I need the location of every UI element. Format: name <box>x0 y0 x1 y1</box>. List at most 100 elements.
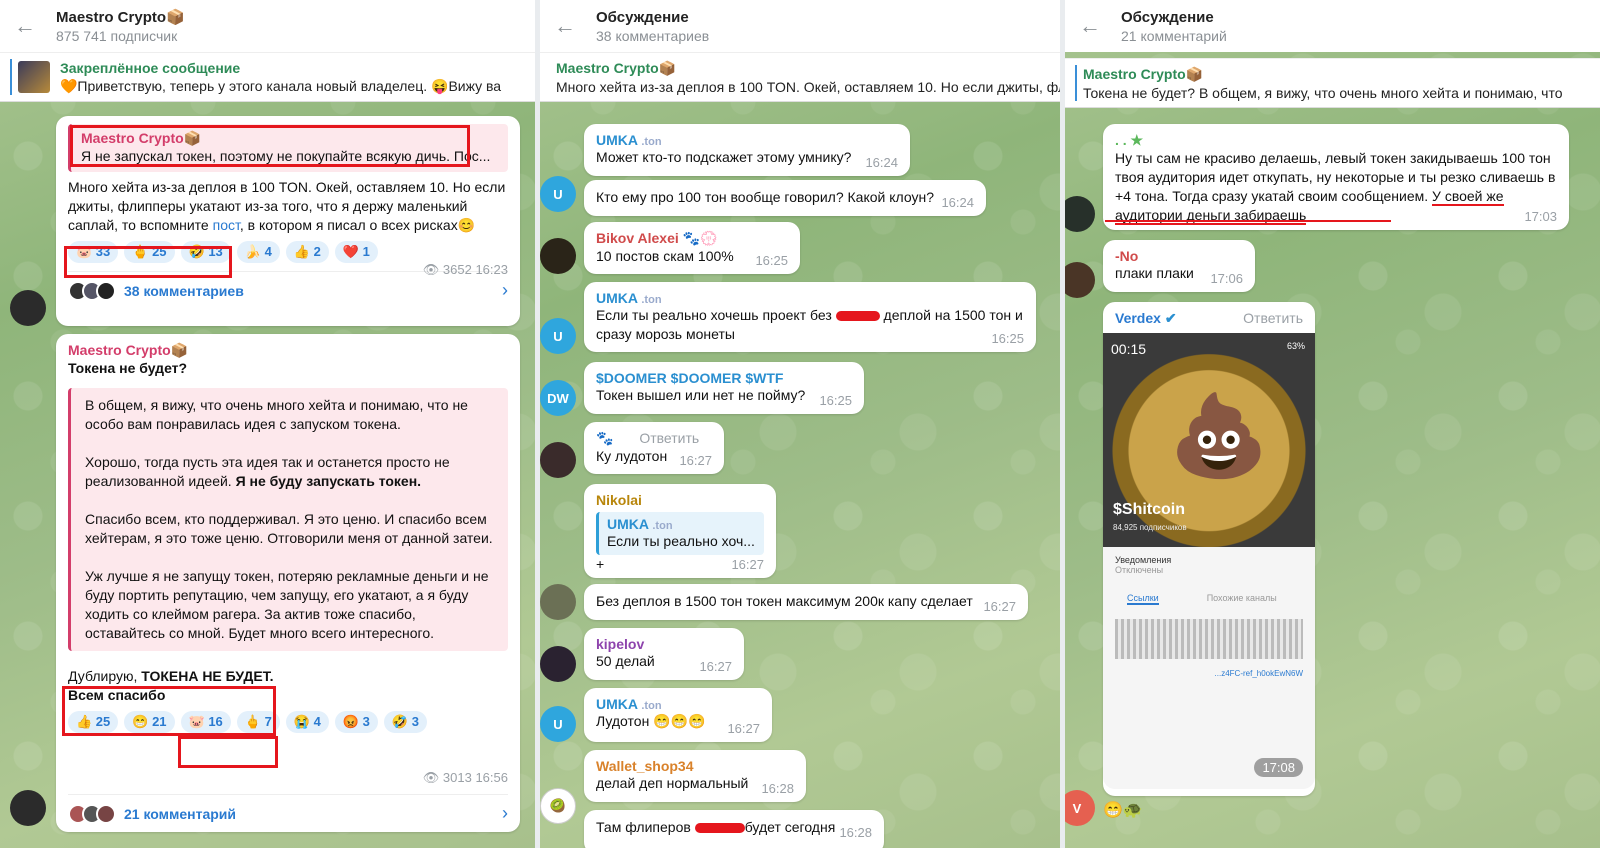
pinned-thumbnail <box>18 61 50 93</box>
comment-bubble: UMKA .ton Лудотон 😁😁😁 16:27 <box>584 688 772 742</box>
commenter-avatar <box>96 280 116 301</box>
comment-author[interactable]: $DOOMER $DOOMER $WTF <box>596 370 852 386</box>
reaction-chip[interactable]: 😡 3 <box>334 711 378 733</box>
user-avatar[interactable] <box>540 238 576 274</box>
battery-level: 63% <box>1286 341 1305 351</box>
reaction-chip[interactable]: 🖕 7 <box>236 711 280 733</box>
channel-avatar[interactable] <box>10 790 46 826</box>
post-author[interactable]: Maestro Crypto📦 <box>68 342 508 359</box>
post-link[interactable]: пост <box>213 217 240 233</box>
reactions-mini[interactable]: 😁🐢 <box>1103 800 1143 820</box>
comment-bubble: kipelov 50 делай 16:27 <box>584 628 744 680</box>
reaction-chip[interactable]: 😭 4 <box>285 711 329 733</box>
comments-link[interactable]: 21 комментарий <box>124 806 502 822</box>
reaction-chip[interactable]: 🤣 13 <box>180 241 231 263</box>
comment-author[interactable]: . . ★ <box>1115 132 1557 149</box>
pinned-author: Maestro Crypto📦 <box>1083 65 1204 82</box>
reaction-chip[interactable]: 👍 25 <box>68 711 119 733</box>
comment-author[interactable]: Wallet_shop34 <box>596 758 794 774</box>
video-player[interactable]: 00:15 63% 💩 $Shitcoin 84,925 подписчиков… <box>1103 333 1315 789</box>
pinned-message[interactable]: Maestro Crypto📦 Много хейта из-за деплоя… <box>540 52 1060 102</box>
commenter-avatar <box>96 803 116 824</box>
pinned-text: Токена не будет? В общем, я вижу, что оч… <box>1083 84 1563 101</box>
comment-text: Может кто-то подскажет этому умнику? <box>596 149 852 165</box>
reaction-chip[interactable]: 🖕 25 <box>124 241 175 263</box>
user-avatar[interactable] <box>540 646 576 682</box>
comment-time: 16:27 <box>983 599 1016 614</box>
comment-time: 16:28 <box>761 781 794 796</box>
reactions-row: 🐷 33 🖕 25 🤣 13 🍌 4 👍 2 ❤️ 1 <box>68 241 508 263</box>
comment-bubble: UMKA .ton Если ты реально хочешь проект … <box>584 282 1036 352</box>
quote-paragraph: Хорошо, тогда пусть эта идея так и остан… <box>85 454 450 489</box>
quote-text: Я не запускал токен, поэтому не покупайт… <box>81 148 491 164</box>
reaction-chip[interactable]: 🍌 4 <box>236 241 280 263</box>
comment-author[interactable]: kipelov <box>596 636 732 652</box>
quoted-message[interactable]: Maestro Crypto📦 Я не запускал токен, поэ… <box>68 124 508 172</box>
user-avatar[interactable]: DW <box>540 380 576 416</box>
blurred-content <box>1115 619 1303 659</box>
comment-time: 16:24 <box>941 195 974 210</box>
reply-button[interactable]: Ответить <box>639 430 699 446</box>
comment-text: Токен вышел или нет не пойму? <box>596 387 806 403</box>
coin-subscribers: 84,925 подписчиков <box>1113 523 1187 532</box>
user-avatar[interactable] <box>540 442 576 478</box>
channel-title[interactable]: Maestro Crypto📦 <box>56 8 185 26</box>
user-avatar[interactable] <box>1065 262 1095 298</box>
comment-text: Без деплоя в 1500 тон токен максимум 200… <box>596 593 973 609</box>
comments-bar[interactable]: 21 комментарий › <box>68 794 508 824</box>
redaction-mark <box>835 311 880 322</box>
comment-author[interactable]: 🐾 Ответить <box>596 430 712 447</box>
video-time: 00:15 <box>1111 341 1147 357</box>
comment-author[interactable]: UMKA .ton <box>596 290 1024 306</box>
post-meta: 👁 3013 16:56 <box>423 770 508 786</box>
back-arrow-icon[interactable]: ← <box>1079 13 1109 39</box>
channel-avatar[interactable] <box>10 290 46 326</box>
user-avatar[interactable]: U <box>540 318 576 354</box>
quote-paragraph: Уж лучше я не запущу токен, потеряю рекл… <box>85 568 489 641</box>
notification-row: Уведомления Отключены <box>1115 555 1172 575</box>
coin-label: $Shitcoin <box>1113 501 1186 518</box>
user-avatar[interactable]: U <box>540 176 576 212</box>
back-arrow-icon[interactable]: ← <box>554 13 584 39</box>
post-title: Токена не будет? <box>68 360 188 376</box>
comment-author[interactable]: UMKA .ton <box>596 132 898 148</box>
kiwi-avatar[interactable]: 🥝 <box>540 788 576 824</box>
reaction-chip[interactable]: 😁 21 <box>124 711 175 733</box>
discussion-header: ← Обсуждение 21 комментарий <box>1065 0 1600 52</box>
comment-time: 17:03 <box>1524 209 1557 224</box>
discussion-title: Обсуждение <box>596 8 689 26</box>
reaction-chip[interactable]: 🐷 16 <box>180 711 231 733</box>
discussion-panel: ← Обсуждение 38 комментариев Maestro Cry… <box>540 0 1060 848</box>
pinned-message[interactable]: Maestro Crypto📦 Токена не будет? В общем… <box>1065 58 1600 108</box>
user-avatar[interactable]: V <box>1065 790 1095 826</box>
comment-count: 21 комментарий <box>1121 27 1227 44</box>
reaction-chip[interactable]: 🐷 33 <box>68 241 119 263</box>
comment-author[interactable]: Bikov Alexei 🐾💮 <box>596 230 788 247</box>
comment-text: Кто ему про 100 тон вообще говорил? Како… <box>596 189 934 205</box>
channel-post: Maestro Crypto📦 Я не запускал токен, поэ… <box>56 116 520 326</box>
pin-bar <box>1075 65 1077 101</box>
user-avatar[interactable] <box>540 584 576 620</box>
subscriber-count: 875 741 подписчик <box>56 28 178 44</box>
pinned-message[interactable]: Закреплённое сообщение 🧡Приветствую, теп… <box>0 52 535 102</box>
video-frame: 00:15 63% 💩 $Shitcoin 84,925 подписчиков <box>1103 333 1315 547</box>
reaction-chip[interactable]: 🤣 3 <box>383 711 427 733</box>
reply-author: UMKA .ton <box>607 516 673 532</box>
comment-author[interactable]: Nikolai <box>596 492 764 508</box>
comment-author[interactable]: Verdex ✔ <box>1115 310 1177 327</box>
back-arrow-icon[interactable]: ← <box>14 13 44 39</box>
comments-link[interactable]: 38 комментариев <box>124 283 502 299</box>
user-avatar[interactable] <box>1065 196 1095 232</box>
quote-paragraph: В общем, я вижу, что очень много хейта и… <box>85 397 468 432</box>
comment-author[interactable]: -No <box>1115 248 1243 264</box>
user-avatar[interactable]: U <box>540 706 576 742</box>
comment-bubble: -No плаки плаки 17:06 <box>1103 240 1255 292</box>
comment-bubble: Nikolai UMKA .ton Если ты реально хоч...… <box>584 484 776 578</box>
reaction-chip[interactable]: 👍 2 <box>285 241 329 263</box>
comment-author[interactable]: UMKA .ton <box>596 696 760 712</box>
reaction-chip[interactable]: ❤️ 1 <box>334 241 378 263</box>
link-text: ...z4FC-ref_h0okEwN6W <box>1214 669 1303 678</box>
comment-bubble: UMKA .ton Может кто-то подскажет этому у… <box>584 124 910 176</box>
reply-preview[interactable]: UMKA .ton Если ты реально хоч... <box>596 512 764 555</box>
reply-button[interactable]: Ответить <box>1243 310 1303 327</box>
